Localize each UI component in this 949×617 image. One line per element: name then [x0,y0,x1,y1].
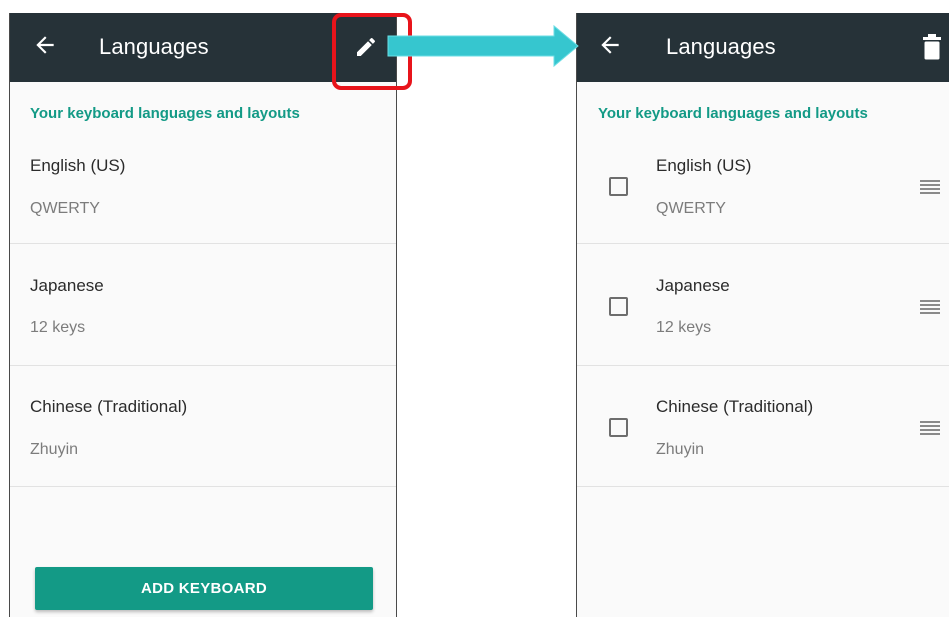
arrow-right-icon [387,24,579,68]
checkbox-icon[interactable] [609,297,628,316]
languages-screen-normal: Languages Your keyboard languages and la… [9,13,397,617]
add-keyboard-button[interactable]: ADD KEYBOARD [35,567,373,610]
keyboard-layout: QWERTY [656,200,726,217]
page-title: Languages [666,34,776,59]
languages-screen-edit-mode: Languages Your keyboard languages and la… [576,13,949,617]
keyboard-layout: Zhuyin [656,441,705,458]
drag-handle-icon[interactable] [920,180,940,194]
keyboard-row-japanese[interactable]: Japanese 12 keys [577,245,949,366]
arrow-left-icon[interactable] [597,32,623,58]
keyboard-row-english[interactable]: English (US) QWERTY [10,123,396,244]
keyboard-name: Chinese (Traditional) [30,397,188,416]
checkbox-icon[interactable] [609,177,628,196]
keyboard-row-chinese[interactable]: Chinese (Traditional) Zhuyin [10,366,396,487]
keyboard-name: Chinese (Traditional) [656,397,814,416]
trash-icon[interactable] [921,34,943,60]
keyboard-row-chinese[interactable]: Chinese (Traditional) Zhuyin [577,366,949,487]
arrow-left-icon[interactable] [32,32,58,58]
keyboard-layout: QWERTY [30,200,100,217]
keyboard-layout: Zhuyin [30,441,79,458]
keyboard-layout: 12 keys [656,319,712,336]
page-title: Languages [99,34,209,59]
keyboard-name: Japanese [30,276,104,295]
keyboard-name: Japanese [656,276,730,295]
keyboard-row-japanese[interactable]: Japanese 12 keys [10,245,396,366]
checkbox-icon[interactable] [609,418,628,437]
keyboard-row-english[interactable]: English (US) QWERTY [577,123,949,244]
keyboard-name: English (US) [656,156,752,175]
keyboard-layout: 12 keys [30,319,86,336]
section-header: Your keyboard languages and layouts [30,105,300,122]
drag-handle-icon[interactable] [920,300,940,314]
section-header: Your keyboard languages and layouts [598,105,868,122]
app-bar: Languages [577,13,949,82]
keyboard-name: English (US) [30,156,126,175]
drag-handle-icon[interactable] [920,421,940,435]
